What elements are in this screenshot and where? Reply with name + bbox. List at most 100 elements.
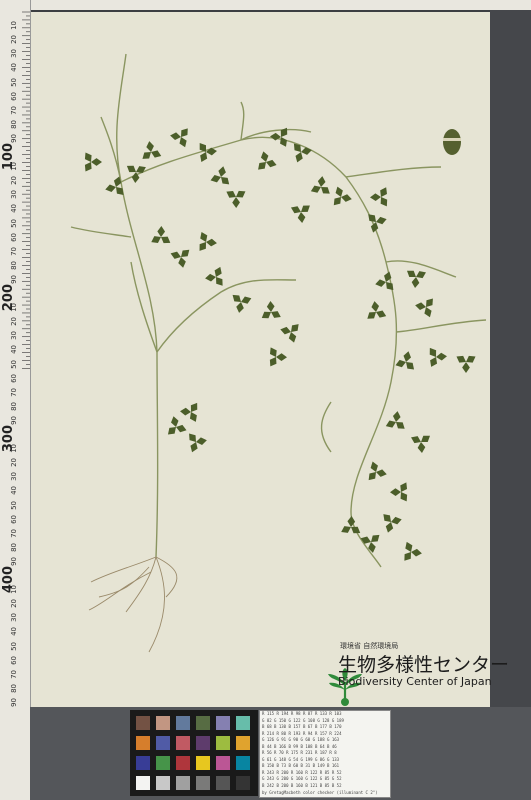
color-swatch (216, 716, 230, 730)
leaflet (190, 442, 198, 453)
ruler-minor-label: 80 (10, 683, 18, 693)
ruler-minor-label: 60 (10, 91, 18, 101)
color-reference-table: R 115 R 194 R 98 R 87 R 133 R 103 G 82 G … (259, 710, 391, 798)
leaflet (91, 158, 102, 166)
ruler-minor-label: 20 (10, 35, 18, 45)
leaflet (84, 152, 92, 162)
ruler-minor-label: 10 (10, 303, 18, 313)
ruler-minor-label: 70 (10, 387, 18, 397)
ruler-minor-label: 90 (10, 556, 18, 566)
leaflet (317, 176, 326, 187)
leaflet (370, 193, 381, 202)
ruler-minor-label: 50 (10, 641, 18, 651)
color-swatch (136, 776, 150, 790)
leaflet (430, 357, 438, 367)
color-swatch (136, 716, 150, 730)
leaflet (411, 277, 420, 288)
leaflet (261, 311, 271, 319)
ruler-minor-label: 20 (10, 317, 18, 327)
leaflet (462, 362, 470, 373)
leaflet (421, 435, 431, 442)
leaflet (142, 152, 151, 159)
color-swatch (196, 756, 210, 770)
leaflet (226, 190, 236, 198)
leaflet (199, 242, 206, 251)
leaflet (178, 257, 186, 268)
ruler-minor-label: 10 (10, 162, 18, 172)
leaflet (436, 352, 447, 361)
ruler-minor-label: 60 (10, 514, 18, 524)
color-swatch (136, 756, 150, 770)
color-swatch (236, 736, 250, 750)
leaflet (295, 152, 303, 163)
leaflet (236, 190, 246, 198)
ruler-minor-label: 40 (10, 63, 18, 73)
leaflet (404, 552, 411, 561)
leaflet (385, 420, 396, 428)
leaflet (258, 162, 266, 170)
leaflet (368, 214, 376, 222)
top-ruler (0, 0, 531, 10)
leaflet (181, 249, 190, 257)
leaflet (426, 298, 433, 307)
leaflet (170, 251, 181, 259)
leaflet (360, 536, 371, 544)
leaflet (371, 534, 380, 542)
leaflet (376, 469, 387, 477)
leaflet (214, 266, 222, 277)
ruler-minor-label: 30 (10, 472, 18, 482)
leaflet (370, 222, 379, 233)
leaflet (415, 302, 426, 310)
ruler-minor-label: 40 (10, 204, 18, 214)
org-name-english: Biodiversity Center of Japan (338, 675, 492, 688)
leaflet (380, 187, 387, 197)
leaflet (321, 187, 330, 194)
color-swatch (216, 736, 230, 750)
leaflet (411, 548, 422, 557)
leaflet (390, 488, 401, 496)
bottom-ruler (0, 707, 30, 800)
leaflet (386, 282, 394, 291)
color-swatch (236, 716, 250, 730)
leaflet (171, 416, 179, 427)
color-swatch (216, 776, 230, 790)
leaflet (266, 159, 277, 168)
leaflet (351, 526, 361, 534)
color-swatch (176, 776, 190, 790)
color-swatch (176, 736, 190, 750)
leaflet (368, 472, 376, 481)
ruler-minor-label: 80 (10, 119, 18, 129)
leaflet (266, 301, 275, 312)
ruler-minor-label: 50 (10, 77, 18, 87)
left-ruler: 10 20 30 40 50 60 70 80 90 100 10 20 30 40 50 60 70 80 90 2… (0, 0, 31, 715)
ruler-minor-label: 90 (10, 133, 18, 143)
leaflet (391, 516, 402, 525)
color-swatch (236, 756, 250, 770)
leaflet (126, 165, 136, 173)
ruler-minor-label: 60 (10, 232, 18, 242)
ruler-minor-label: 30 (10, 49, 18, 59)
leaflet (376, 310, 387, 318)
reference-caption: by GretagMacbeth color checker (illumina… (262, 789, 378, 795)
leaflet (221, 177, 230, 185)
color-swatch (196, 736, 210, 750)
ruler-minor-label: 70 (10, 246, 18, 256)
ruler-minor-label: 60 (10, 655, 18, 665)
leaflet (406, 362, 415, 370)
leaflet (161, 236, 171, 244)
leaflet (400, 482, 408, 492)
ruler-minor-label: 90 (10, 274, 18, 284)
ruler-minor-label: 50 (10, 218, 18, 228)
color-swatch (176, 716, 190, 730)
leaflet (367, 312, 376, 319)
ruler-minor-label: 70 (10, 528, 18, 538)
leaflet (411, 436, 421, 444)
ruler-minor-label: 30 (10, 331, 18, 341)
leaflet (290, 206, 301, 214)
ruler-minor-label: 70 (10, 669, 18, 679)
ruler-minor-label: 60 (10, 373, 18, 383)
leaflet (216, 277, 223, 286)
leaflet (176, 424, 187, 433)
ruler-minor-label: 10 (10, 585, 18, 595)
leaflet (206, 238, 217, 247)
